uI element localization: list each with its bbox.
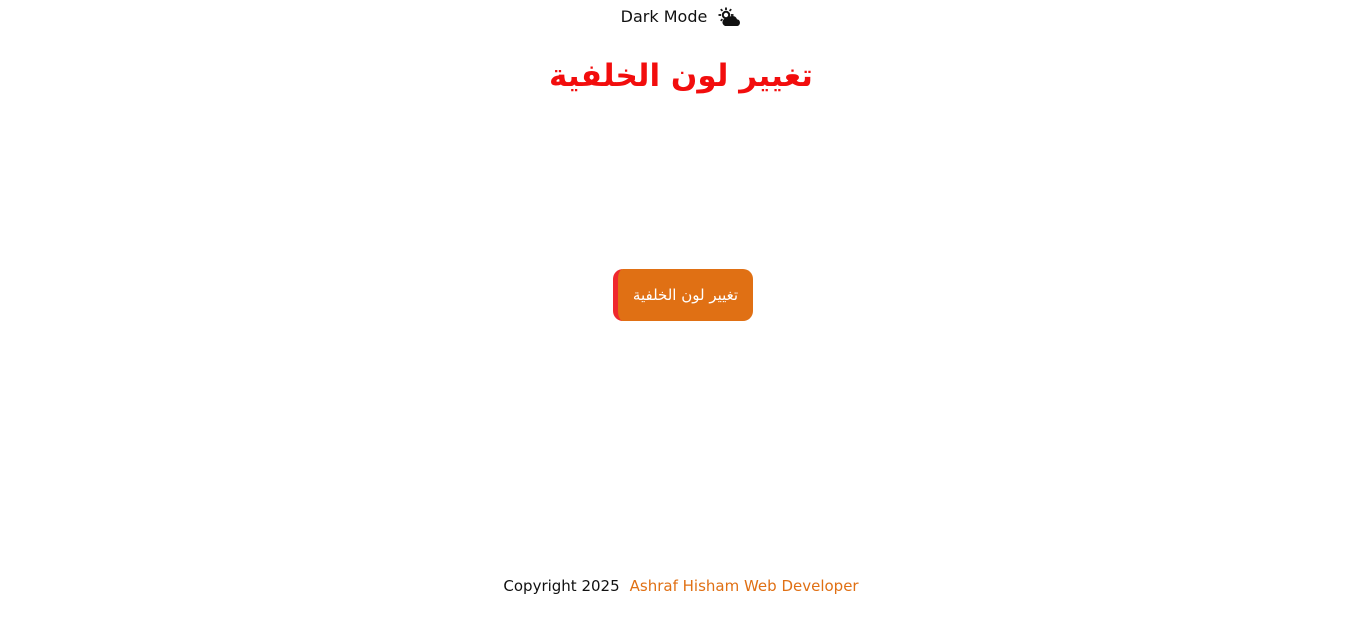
page: Dark Mode تغيير لون الخلفية تغيير لون ال… [0, 0, 1362, 639]
author-link[interactable]: Ashraf Hisham Web Developer [630, 575, 859, 597]
dark-mode-toggle[interactable]: Dark Mode [0, 5, 1362, 29]
dark-mode-label: Dark Mode [620, 7, 708, 26]
page-title: تغيير لون الخلفية [549, 58, 813, 94]
cloud-sun-icon [717, 7, 741, 27]
footer: Copyright 2025 Ashraf Hisham Web Develop… [0, 575, 1362, 597]
change-background-button[interactable]: تغيير لون الخلفية [613, 269, 753, 321]
copyright-text: Copyright 2025 [503, 577, 620, 595]
